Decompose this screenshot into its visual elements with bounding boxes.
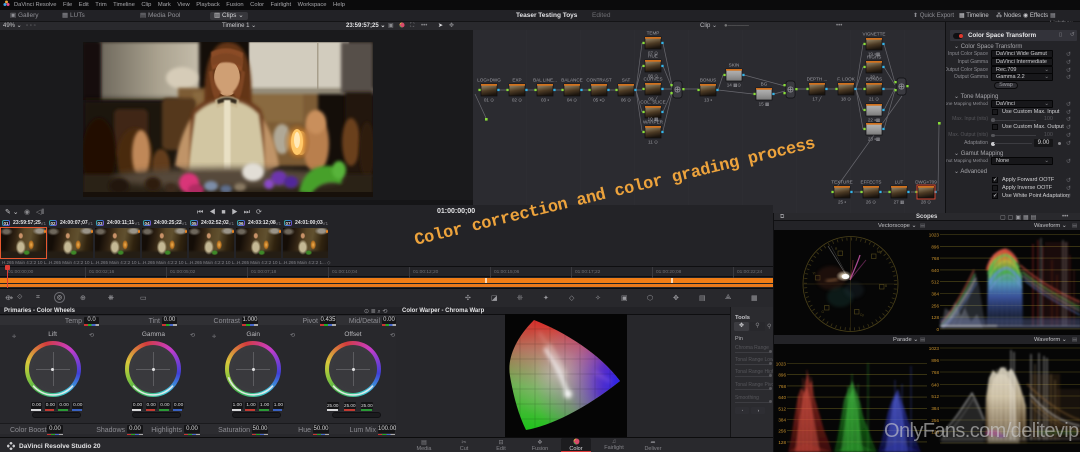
svg-text:128: 128 (931, 315, 939, 320)
svg-text:VIGNETTE: VIGNETTE (863, 32, 886, 37)
svg-text:1023: 1023 (776, 362, 787, 367)
svg-text:896: 896 (931, 358, 939, 363)
svg-text:DWG>709: DWG>709 (915, 180, 937, 185)
svg-text:01 ⊙: 01 ⊙ (484, 98, 494, 103)
svg-text:512: 512 (931, 280, 939, 285)
svg-text:18 ⊙: 18 ⊙ (841, 97, 851, 102)
svg-text:F. LOOK: F. LOOK (837, 77, 856, 82)
svg-text:640: 640 (931, 268, 939, 273)
svg-text:256: 256 (778, 429, 786, 434)
svg-text:Cy: Cy (860, 313, 864, 317)
svg-text:BONUS: BONUS (700, 78, 716, 83)
svg-text:28 ⊙: 28 ⊙ (921, 200, 931, 205)
svg-text:08 ⊙: 08 ⊙ (648, 74, 658, 79)
svg-text:LUT: LUT (895, 180, 904, 185)
svg-text:B: B (885, 284, 887, 288)
svg-text:BAL LINE...: BAL LINE... (533, 78, 557, 83)
svg-text:15 ▩: 15 ▩ (759, 102, 770, 107)
svg-text:07 ⊙: 07 ⊙ (648, 51, 658, 56)
svg-text:19 ▪▩: 19 ▪▩ (868, 52, 881, 57)
svg-text:EFFECTS: EFFECTS (861, 180, 882, 185)
svg-text:384: 384 (931, 406, 939, 411)
svg-text:1023: 1023 (929, 233, 940, 238)
svg-text:SKIN: SKIN (729, 63, 740, 68)
svg-text:CONTRAST: CONTRAST (586, 78, 611, 83)
svg-text:256: 256 (931, 303, 939, 308)
svg-text:25 ▪: 25 ▪ (838, 200, 846, 205)
svg-text:Yl: Yl (813, 272, 816, 276)
svg-text:21 ⊙: 21 ⊙ (869, 97, 879, 102)
svg-text:896: 896 (778, 373, 786, 378)
svg-text:20 ▪: 20 ▪ (870, 75, 878, 80)
svg-text:0: 0 (936, 327, 939, 332)
svg-text:BALANCE: BALANCE (561, 78, 582, 83)
svg-text:EXP: EXP (512, 78, 521, 83)
svg-text:26 ⊙: 26 ⊙ (866, 200, 876, 205)
svg-text:17 ╱: 17 ╱ (812, 96, 822, 103)
svg-text:14 ▦⊙: 14 ▦⊙ (727, 83, 742, 88)
svg-text:LOG>DWG: LOG>DWG (477, 78, 501, 83)
svg-text:TEMP: TEMP (647, 31, 660, 36)
svg-text:384: 384 (931, 292, 939, 297)
svg-text:27 ▦: 27 ▦ (894, 200, 905, 205)
svg-text:05 ▪⊙: 05 ▪⊙ (593, 98, 605, 103)
svg-text:BG: BG (761, 82, 768, 87)
svg-text:06 ⊙: 06 ⊙ (621, 98, 631, 103)
svg-text:640: 640 (778, 395, 786, 400)
svg-text:DEPTH ...: DEPTH ... (807, 77, 828, 82)
svg-text:04 ⊙: 04 ⊙ (567, 98, 577, 103)
svg-text:768: 768 (931, 370, 939, 375)
svg-text:896: 896 (931, 244, 939, 249)
svg-text:640: 640 (931, 383, 939, 388)
svg-text:TEXTURE: TEXTURE (831, 180, 852, 185)
svg-text:10 ▦: 10 ▦ (648, 117, 659, 122)
svg-text:Mg: Mg (877, 250, 882, 254)
svg-text:03 ▪: 03 ▪ (541, 98, 549, 103)
svg-text:SAT: SAT (622, 78, 631, 83)
svg-text:384: 384 (778, 418, 786, 423)
svg-text:13 ▪: 13 ▪ (704, 98, 712, 103)
svg-text:11 ⊙: 11 ⊙ (648, 140, 658, 145)
svg-text:768: 768 (931, 256, 939, 261)
svg-text:128: 128 (778, 440, 786, 445)
svg-text:768: 768 (778, 384, 786, 389)
svg-text:02 ⊙: 02 ⊙ (512, 98, 522, 103)
svg-text:1023: 1023 (929, 346, 940, 351)
svg-text:512: 512 (931, 394, 939, 399)
svg-text:09 ╱: 09 ╱ (648, 96, 658, 103)
svg-text:512: 512 (778, 406, 786, 411)
